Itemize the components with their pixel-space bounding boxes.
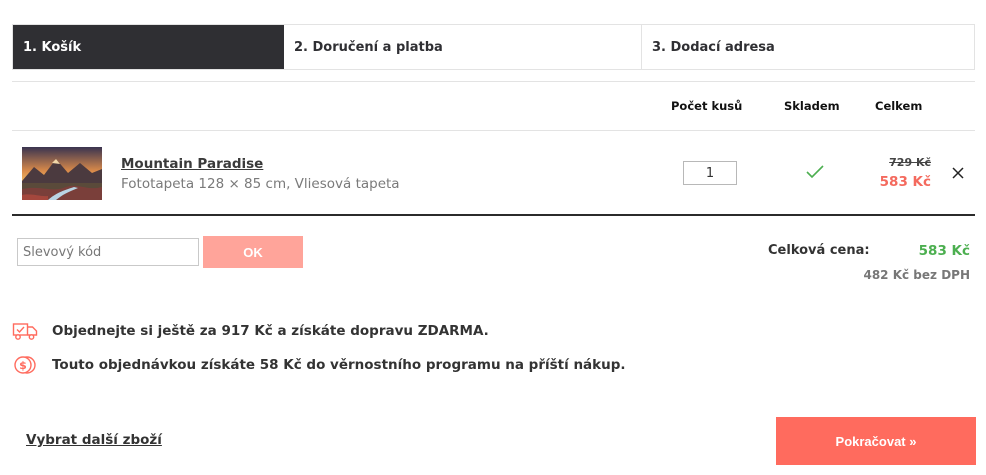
product-thumbnail[interactable] [22,147,102,200]
delivery-truck-icon [12,323,38,340]
step-delivery-address[interactable]: 3. Dodací adresa [642,25,974,69]
discounted-price: 583 Kč [879,174,931,190]
cart-item-row: Mountain Paradise Fototapeta 128 × 85 cm… [12,131,975,216]
original-price: 729 Kč [889,156,931,169]
total-price-value: 583 Kč [918,243,970,259]
loyalty-program-notice: $ Touto objednávkou získáte 58 Kč do věr… [12,355,626,375]
loyalty-program-text: Touto objednávkou získáte 58 Kč do věrno… [52,357,626,373]
free-shipping-notice: Objednejte si ještě za 917 Kč a získáte … [12,321,489,341]
coupon-code-input[interactable] [17,238,199,266]
checkout-steps: 1. Košík 2. Doručení a platba 3. Dodací … [12,24,975,70]
apply-coupon-button[interactable]: OK [203,236,303,268]
total-price-without-vat: 482 Kč bez DPH [863,268,970,282]
remove-item-icon[interactable] [951,166,965,180]
cart-table-header: Počet kusů Skladem Celkem [12,81,975,131]
continue-shopping-link[interactable]: Vybrat další zboží [26,432,162,448]
coins-icon: $ [14,356,36,374]
column-stock: Skladem [784,99,840,113]
product-name-link[interactable]: Mountain Paradise [121,156,263,172]
step-delivery-payment[interactable]: 2. Doručení a platba [284,25,642,69]
product-description: Fototapeta 128 × 85 cm, Vliesová tapeta [121,176,400,192]
column-total: Celkem [875,99,923,113]
step-cart[interactable]: 1. Košík [13,25,284,69]
quantity-input[interactable] [683,161,737,185]
proceed-button[interactable]: Pokračovat » [776,417,976,465]
total-price-label: Celková cena: [768,243,870,258]
in-stock-check-icon [806,165,824,179]
free-shipping-text: Objednejte si ještě za 917 Kč a získáte … [52,323,489,339]
mountain-landscape-image [22,147,102,200]
column-quantity: Počet kusů [671,99,743,113]
svg-text:$: $ [19,359,27,372]
